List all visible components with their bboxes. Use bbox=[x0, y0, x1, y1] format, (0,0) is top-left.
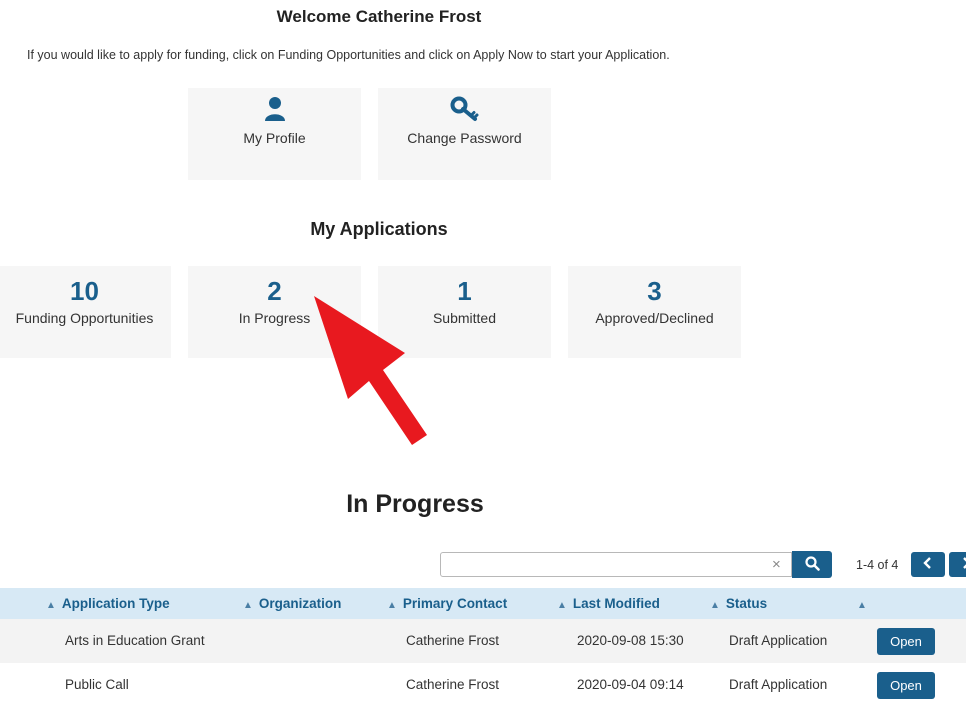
tile-count: 1 bbox=[457, 276, 472, 306]
next-page-button[interactable] bbox=[949, 552, 966, 577]
cell-last-modified: 2020-09-08 15:30 bbox=[577, 633, 684, 648]
my-profile-label: My Profile bbox=[243, 130, 306, 146]
table-header: ▲︎ Application Type ▲︎ Organization ▲︎ Prim… bbox=[0, 588, 966, 619]
table-row: Arts in Education Grant Catherine Frost … bbox=[0, 619, 966, 663]
search-input[interactable] bbox=[440, 552, 792, 577]
welcome-heading: Welcome Catherine Frost bbox=[276, 7, 482, 26]
change-password-tile[interactable]: Change Password bbox=[378, 88, 551, 180]
cell-status: Draft Application bbox=[729, 633, 828, 648]
key-icon bbox=[450, 96, 480, 122]
column-header-primary-contact[interactable]: ▲︎ Primary Contact bbox=[387, 588, 507, 619]
tile-count: 10 bbox=[70, 276, 99, 306]
tile-label: Approved/Declined bbox=[595, 310, 714, 326]
chevron-left-icon bbox=[923, 556, 933, 574]
cell-application-type: Public Call bbox=[65, 677, 129, 692]
user-icon bbox=[264, 96, 286, 122]
cell-application-type: Arts in Education Grant bbox=[65, 633, 205, 648]
funding-opportunities-tile[interactable]: 10 Funding Opportunities bbox=[0, 266, 171, 358]
tile-count: 2 bbox=[267, 276, 282, 306]
chevron-right-icon bbox=[961, 556, 966, 574]
tile-label: Funding Opportunities bbox=[15, 310, 154, 326]
search-icon bbox=[804, 555, 820, 574]
clear-search-icon[interactable]: × bbox=[772, 556, 781, 573]
open-button[interactable]: Open bbox=[877, 672, 935, 699]
column-header-last-modified[interactable]: ▲︎ Last Modified bbox=[557, 588, 660, 619]
sort-icon: ▲︎ bbox=[710, 600, 720, 611]
cell-primary-contact: Catherine Frost bbox=[406, 677, 500, 692]
my-profile-tile[interactable]: My Profile bbox=[188, 88, 361, 180]
pointer-arrow-annotation bbox=[314, 296, 427, 445]
column-header-status[interactable]: ▲︎ Status bbox=[710, 588, 767, 619]
intro-text: If you would like to apply for funding, … bbox=[27, 48, 670, 62]
sort-icon: ▲︎ bbox=[46, 600, 56, 611]
cell-last-modified: 2020-09-04 09:14 bbox=[577, 677, 684, 692]
sort-icon: ▲︎ bbox=[387, 600, 397, 611]
in-progress-heading: In Progress bbox=[346, 490, 484, 518]
sort-icon: ▲︎ bbox=[857, 600, 867, 611]
tile-count: 3 bbox=[647, 276, 662, 306]
sort-icon: ▲︎ bbox=[557, 600, 567, 611]
previous-page-button[interactable] bbox=[911, 552, 945, 577]
column-header-organization[interactable]: ▲︎ Organization bbox=[243, 588, 341, 619]
approved-declined-tile[interactable]: 3 Approved/Declined bbox=[568, 266, 741, 358]
cell-status: Draft Application bbox=[729, 677, 828, 692]
pagination-info: 1-4 of 4 bbox=[856, 558, 899, 572]
column-header-actions[interactable]: ▲︎ bbox=[857, 588, 873, 619]
change-password-label: Change Password bbox=[407, 130, 522, 146]
cell-primary-contact: Catherine Frost bbox=[406, 633, 500, 648]
search-button[interactable] bbox=[792, 551, 832, 578]
sort-icon: ▲︎ bbox=[243, 600, 253, 611]
open-button[interactable]: Open bbox=[877, 628, 935, 655]
table-row: Public Call Catherine Frost 2020-09-04 0… bbox=[0, 663, 966, 707]
my-applications-heading: My Applications bbox=[310, 219, 448, 239]
column-header-application-type[interactable]: ▲︎ Application Type bbox=[46, 588, 170, 619]
